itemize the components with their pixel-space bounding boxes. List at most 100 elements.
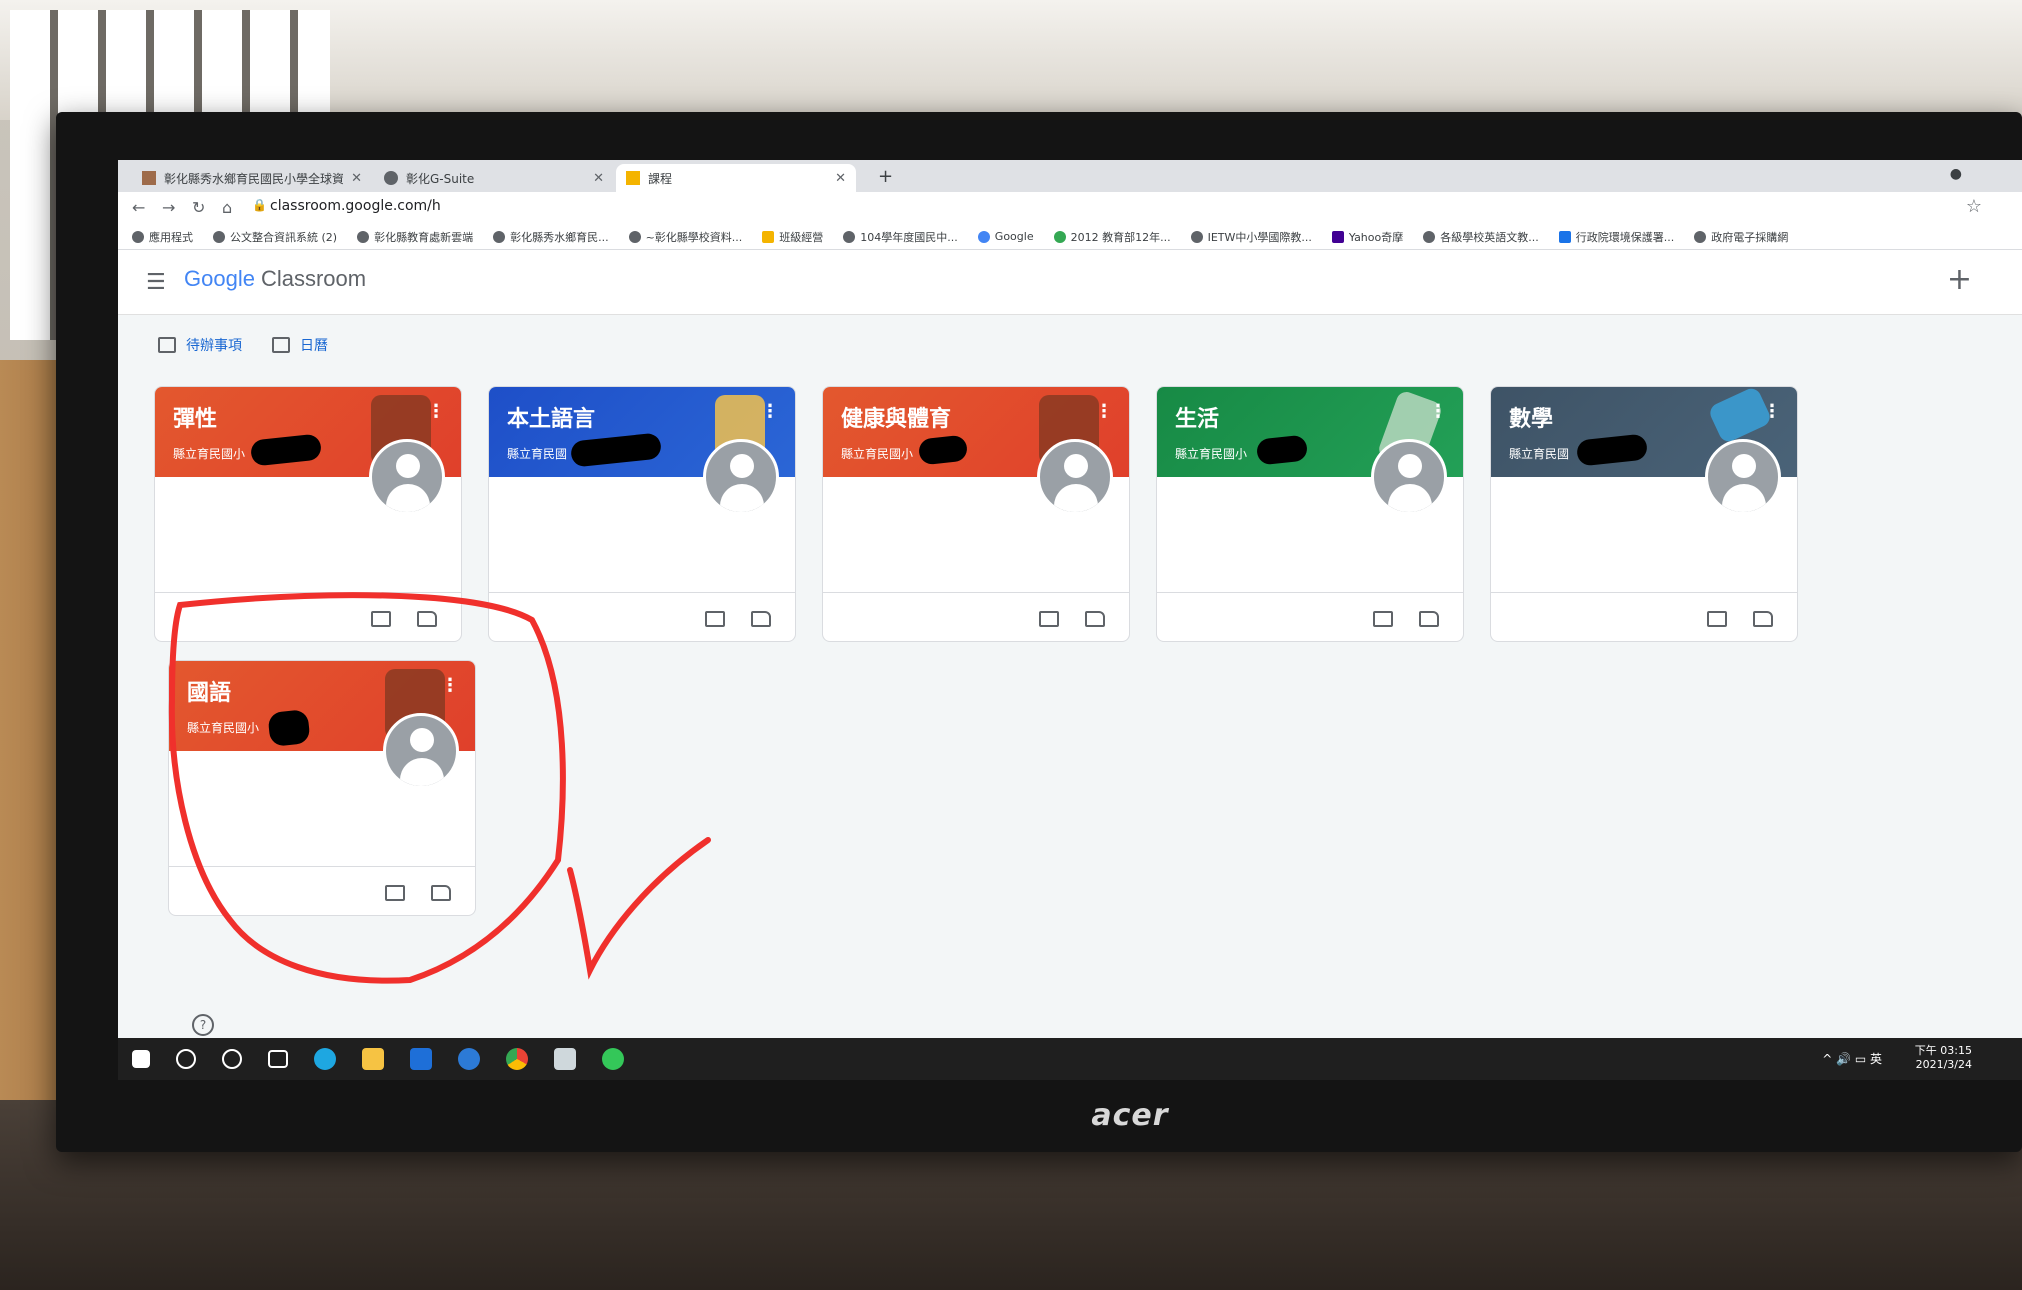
more-vert-icon[interactable]: ⋮	[1763, 401, 1781, 422]
more-vert-icon[interactable]: ⋮	[761, 401, 779, 422]
url-input[interactable]: classroom.google.com/h	[270, 198, 441, 214]
avatar	[1371, 439, 1447, 515]
tab-school-site[interactable]: 彰化縣秀水鄉育民國民小學全球資訊網 ✕	[132, 164, 372, 192]
more-vert-icon[interactable]: ⋮	[441, 675, 459, 696]
bookmark-item[interactable]: 班級經營	[762, 229, 823, 245]
more-vert-icon[interactable]: ⋮	[1095, 401, 1113, 422]
calculator-icon[interactable]	[554, 1048, 576, 1070]
folder-icon[interactable]	[417, 611, 437, 627]
add-class-icon[interactable]: +	[1947, 262, 1972, 297]
bookmark-item[interactable]: Yahoo奇摩	[1331, 229, 1403, 245]
task-view-icon[interactable]	[268, 1050, 288, 1068]
assignment-icon[interactable]	[385, 885, 405, 901]
course-title[interactable]: 數學	[1509, 401, 1553, 433]
course-title[interactable]: 彈性	[173, 401, 217, 433]
tab-classroom[interactable]: 課程 ✕	[616, 164, 856, 192]
system-tray[interactable]: ^ 🔊 ▭ 英	[1822, 1050, 1882, 1067]
course-card[interactable]: 健康與體育 縣立育民國小 ⋮	[822, 386, 1130, 642]
avatar	[1705, 439, 1781, 515]
course-title[interactable]: 國語	[187, 675, 231, 707]
file-explorer-icon[interactable]	[362, 1048, 384, 1070]
classroom-logo[interactable]: Google Classroom	[184, 266, 366, 292]
bookmark-item[interactable]: 104學年度國民中...	[843, 229, 958, 245]
bookmark-item[interactable]: 彰化縣教育處新雲端	[357, 229, 473, 245]
folder-icon[interactable]	[1753, 611, 1773, 627]
folder-icon[interactable]	[1419, 611, 1439, 627]
avatar	[703, 439, 779, 515]
course-section: 縣立育民國小	[841, 447, 914, 461]
close-icon[interactable]: ✕	[593, 171, 604, 186]
card-footer	[823, 592, 1129, 641]
more-vert-icon[interactable]: ⋮	[1429, 401, 1447, 422]
bookmark-item[interactable]: ~彰化縣學校資料...	[628, 229, 742, 245]
system-clock[interactable]: 下午 03:15 2021/3/24	[1915, 1044, 1972, 1072]
menu-icon[interactable]: ☰	[146, 270, 166, 295]
course-card[interactable]: 彈性 縣立育民國小 ⋮	[154, 386, 462, 642]
monitor-screen: 彰化縣秀水鄉育民國民小學全球資訊網 ✕ 彰化G-Suite ✕ 課程 ✕ + ●…	[118, 160, 2022, 1080]
ime-indicator[interactable]: 英	[1870, 1052, 1882, 1066]
course-section: 縣立育民國小	[1175, 447, 1248, 461]
bookmarks-bar: 應用程式 公文整合資訊系統 (2) 彰化縣教育處新雲端 彰化縣秀水鄉育民... …	[118, 224, 2022, 250]
back-icon[interactable]: ←	[132, 198, 145, 217]
google-wordmark: Google	[184, 266, 255, 291]
globe-icon	[1423, 230, 1436, 243]
bookmark-item[interactable]: Google	[977, 230, 1034, 243]
course-title[interactable]: 本土語言	[507, 401, 595, 433]
avatar	[369, 439, 445, 515]
folder-icon[interactable]	[1085, 611, 1105, 627]
calendar-link[interactable]: 日曆	[272, 330, 328, 360]
course-card[interactable]: 本土語言 縣立育民國 ⋮	[488, 386, 796, 642]
assignment-icon[interactable]	[1707, 611, 1727, 627]
bookmark-item[interactable]: 2012 教育部12年...	[1053, 229, 1171, 245]
cortana-icon[interactable]	[222, 1049, 242, 1069]
course-title[interactable]: 健康與體育	[841, 401, 951, 433]
home-icon[interactable]: ⌂	[222, 198, 232, 217]
internet-explorer-icon[interactable]	[458, 1048, 480, 1070]
course-section: 縣立育民國小	[173, 447, 246, 461]
bookmark-item[interactable]: 政府電子採購網	[1694, 229, 1788, 245]
assignment-icon[interactable]	[1373, 611, 1393, 627]
tab-gsuite[interactable]: 彰化G-Suite ✕	[374, 164, 614, 192]
course-section: 縣立育民國	[507, 447, 568, 461]
search-icon[interactable]	[176, 1049, 196, 1069]
course-section: 縣立育民國	[1509, 447, 1570, 461]
avatar	[383, 713, 459, 789]
help-icon[interactable]: ?	[192, 1014, 214, 1036]
bookmark-item[interactable]: 行政院環境保護署...	[1558, 229, 1674, 245]
close-icon[interactable]: ✕	[835, 171, 846, 186]
new-tab-icon[interactable]: +	[878, 166, 893, 187]
assignment-icon[interactable]	[371, 611, 391, 627]
folder-icon[interactable]	[751, 611, 771, 627]
globe-icon	[384, 171, 398, 185]
folder-icon[interactable]	[431, 885, 451, 901]
course-card[interactable]: 數學 縣立育民國 ⋮	[1490, 386, 1798, 642]
mail-icon[interactable]	[410, 1048, 432, 1070]
reload-icon[interactable]: ↻	[192, 198, 205, 217]
classroom-wordmark: Classroom	[260, 266, 367, 291]
bookmark-item[interactable]: 應用程式	[132, 229, 193, 245]
edge-icon[interactable]	[314, 1048, 336, 1070]
globe-icon	[1694, 230, 1707, 243]
close-icon[interactable]: ✕	[351, 171, 362, 186]
course-title[interactable]: 生活	[1175, 401, 1219, 433]
address-bar: ← → ↻ ⌂ 🔒 classroom.google.com/h ☆	[118, 192, 2022, 224]
course-card[interactable]: 生活 縣立育民國小 ⋮	[1156, 386, 1464, 642]
assignment-icon[interactable]	[705, 611, 725, 627]
chrome-icon[interactable]	[506, 1048, 528, 1070]
bookmark-item[interactable]: IETW中小學國際教...	[1190, 229, 1312, 245]
assignment-icon[interactable]	[1039, 611, 1059, 627]
line-icon[interactable]	[602, 1048, 624, 1070]
globe-icon	[843, 230, 856, 243]
card-footer	[169, 866, 475, 915]
google-icon	[977, 230, 990, 243]
bookmark-item[interactable]: 公文整合資訊系統 (2)	[213, 229, 337, 245]
bookmark-item[interactable]: 各級學校英語文教...	[1423, 229, 1539, 245]
profile-icon[interactable]: ●	[1950, 166, 1962, 182]
star-icon[interactable]: ☆	[1966, 196, 1982, 217]
more-vert-icon[interactable]: ⋮	[427, 401, 445, 422]
todo-link[interactable]: 待辦事項	[158, 330, 242, 360]
bookmark-item[interactable]: 彰化縣秀水鄉育民...	[493, 229, 609, 245]
windows-start-icon[interactable]	[132, 1050, 150, 1068]
forward-icon[interactable]: →	[162, 198, 175, 217]
course-card[interactable]: 國語 縣立育民國小 ⋮	[168, 660, 476, 916]
